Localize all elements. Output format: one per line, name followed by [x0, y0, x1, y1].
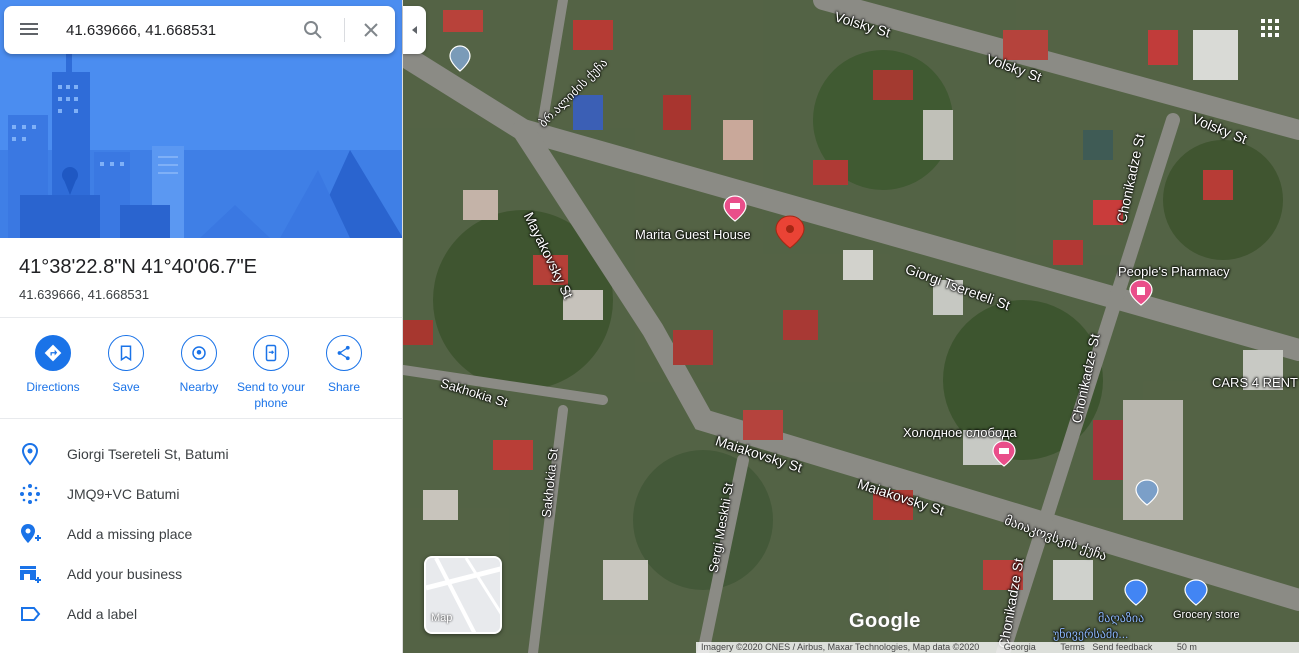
poi-label[interactable]: Marita Guest House — [635, 227, 751, 242]
add-place-icon — [21, 524, 41, 543]
apps-grid-icon[interactable] — [1260, 18, 1280, 38]
terms-link[interactable]: Terms — [1060, 642, 1085, 652]
poi-label[interactable]: უნივერსამი... — [1053, 627, 1128, 641]
share-button[interactable]: Share — [308, 335, 380, 395]
add-business-icon — [20, 566, 41, 583]
add-business-text: Add your business — [67, 566, 183, 582]
send-to-phone-icon — [265, 344, 277, 362]
poi-label[interactable]: People's Pharmacy — [1118, 264, 1230, 279]
poi-label[interactable]: მაღაზია — [1098, 611, 1144, 625]
collapse-panel-button[interactable] — [403, 6, 426, 54]
chevron-left-icon — [411, 26, 417, 34]
map-layer-switcher[interactable]: Map — [424, 556, 502, 634]
send-to-phone-button[interactable]: Send to your phone — [235, 335, 307, 411]
add-missing-place-row[interactable]: Add a missing place — [0, 514, 402, 554]
add-label-row[interactable]: Add a label — [0, 594, 402, 634]
address-row[interactable]: Giorgi Tsereteli St, Batumi — [0, 434, 402, 474]
close-icon[interactable] — [359, 18, 383, 42]
search-box — [4, 6, 395, 54]
nearby-label: Nearby — [179, 380, 219, 394]
place-subtitle: 41.639666, 41.668531 — [19, 287, 150, 302]
poi-label[interactable]: CARS 4 RENT — [1212, 375, 1298, 390]
nearby-button[interactable]: Nearby — [163, 335, 235, 395]
save-button[interactable]: Save — [90, 335, 162, 395]
satellite-map[interactable]: Volsky St Volsky St Volsky St ბრ.ალიძის … — [403, 0, 1299, 653]
satellite-imagery — [403, 0, 1299, 653]
plus-code-row[interactable]: JMQ9+VC Batumi — [0, 474, 402, 514]
divider — [0, 317, 402, 318]
add-label-text: Add a label — [67, 606, 138, 622]
poi-label[interactable]: Холодное слобода — [903, 425, 1017, 440]
add-business-row[interactable]: Add your business — [0, 554, 402, 594]
side-panel: 41°38'22.8"N 41°40'06.7"E 41.639666, 41.… — [0, 0, 403, 653]
label-icon — [21, 607, 41, 621]
search-divider — [344, 18, 345, 42]
scale-label[interactable]: 50 m — [1177, 642, 1197, 652]
divider — [0, 418, 402, 419]
imagery-credit: Imagery ©2020 CNES / Airbus, Maxar Techn… — [701, 642, 980, 652]
poi-label[interactable]: Grocery store — [1173, 609, 1240, 621]
place-title: 41°38'22.8"N 41°40'06.7"E — [19, 256, 258, 278]
plus-code-icon — [20, 484, 40, 504]
nearby-icon — [192, 346, 206, 360]
address-text: Giorgi Tsereteli St, Batumi — [67, 446, 229, 462]
search-icon[interactable] — [301, 18, 325, 42]
directions-label: Directions — [26, 380, 80, 394]
google-logo: Google — [849, 610, 921, 632]
send-to-phone-label: Send to your phone — [236, 380, 306, 410]
menu-icon[interactable] — [17, 20, 41, 40]
share-icon — [337, 345, 350, 361]
layer-label: Map — [431, 612, 453, 624]
location-pin-icon — [21, 442, 39, 466]
share-label: Share — [327, 380, 361, 394]
add-missing-place-text: Add a missing place — [67, 526, 193, 542]
send-feedback-link[interactable]: Send feedback — [1092, 642, 1152, 652]
directions-icon — [44, 344, 62, 362]
search-input[interactable] — [66, 18, 291, 42]
save-label: Save — [112, 380, 140, 394]
bookmark-icon — [120, 345, 132, 362]
country-link[interactable]: Georgia — [1004, 642, 1036, 652]
map-attribution: Imagery ©2020 CNES / Airbus, Maxar Techn… — [696, 642, 1299, 653]
plus-code-text: JMQ9+VC Batumi — [67, 486, 180, 502]
directions-button[interactable]: Directions — [17, 335, 89, 395]
